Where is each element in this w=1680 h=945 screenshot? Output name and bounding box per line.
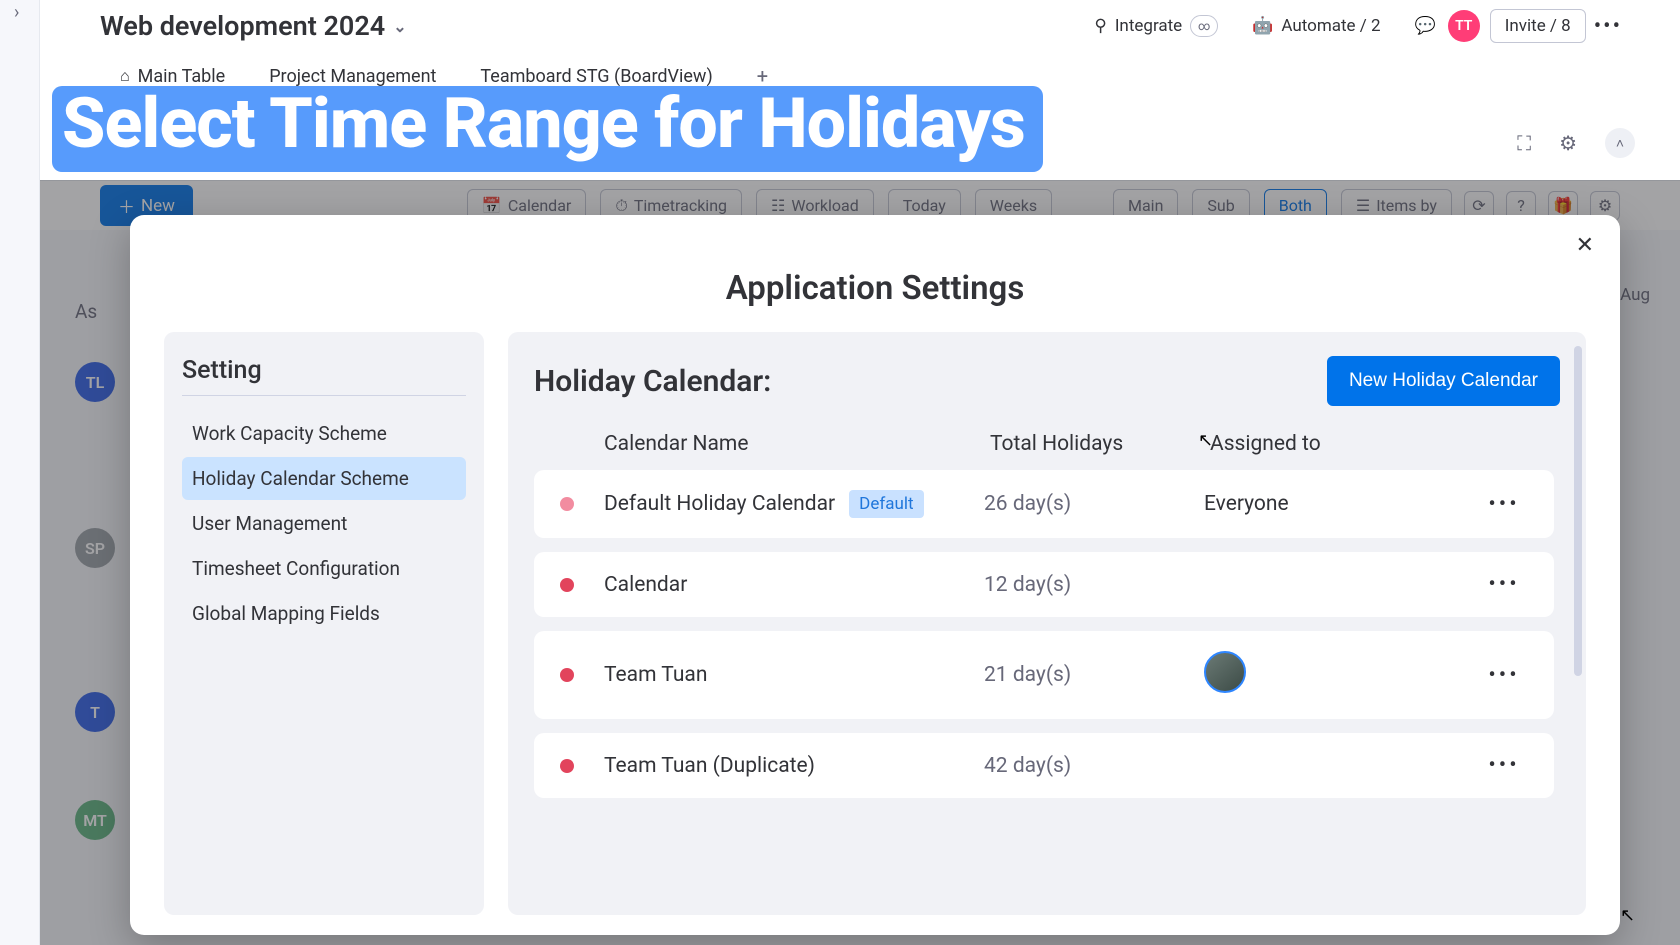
integrate-label: Integrate: [1115, 16, 1182, 36]
application-settings-modal: ✕ Application Settings Setting Work Capa…: [130, 215, 1620, 935]
fullscreen-icon[interactable]: ⛶: [1517, 131, 1531, 155]
col-assigned-to: Assigned to: [1210, 432, 1470, 456]
robot-icon: 🤖: [1252, 16, 1273, 36]
calendar-row[interactable]: Calendar12 day(s) •••: [534, 552, 1554, 617]
calendar-row[interactable]: Default Holiday CalendarDefault26 day(s)…: [534, 470, 1554, 538]
color-dot: [560, 759, 574, 773]
sidebar-item[interactable]: Holiday Calendar Scheme: [182, 457, 466, 500]
calendar-name: Calendar: [604, 573, 984, 597]
chevron-down-icon[interactable]: ⌄: [393, 17, 406, 36]
row-actions-icon[interactable]: •••: [1464, 492, 1544, 517]
overlay-instruction-banner: Select Time Range for Holidays: [52, 86, 1043, 172]
col-calendar-name: Calendar Name: [604, 432, 990, 456]
row-actions-icon[interactable]: •••: [1464, 663, 1544, 688]
automate-label: Automate / 2: [1281, 16, 1380, 36]
color-dot: [560, 578, 574, 592]
divider: [182, 395, 466, 396]
cursor-icon: ↖: [1620, 905, 1635, 926]
sidebar-heading: Setting: [182, 356, 466, 385]
row-actions-icon[interactable]: •••: [1464, 572, 1544, 597]
plug-icon: ⚲: [1094, 16, 1106, 36]
modal-title: Application Settings: [164, 269, 1586, 308]
col-total-holidays: Total Holidays: [990, 432, 1210, 456]
chat-button[interactable]: 💬: [1403, 10, 1448, 42]
assignee-avatar: [1204, 651, 1246, 693]
chevron-right-icon[interactable]: ›: [14, 2, 19, 23]
user-avatar[interactable]: TT: [1448, 10, 1480, 42]
total-holidays: 21 day(s): [984, 663, 1204, 687]
assigned-to: [1204, 651, 1464, 699]
sidebar-item[interactable]: Work Capacity Scheme: [182, 412, 466, 455]
invite-label: Invite / 8: [1505, 16, 1571, 36]
more-menu-icon[interactable]: •••: [1586, 14, 1630, 39]
sidebar-item[interactable]: Timesheet Configuration: [182, 547, 466, 590]
view-controls: ⛶ ⚙ ˄: [1517, 128, 1635, 158]
table-header-row: Calendar Name Total Holidays Assigned to: [534, 432, 1560, 470]
assigned-to: Everyone: [1204, 492, 1464, 516]
color-dot: [560, 497, 574, 511]
color-dot: [560, 668, 574, 682]
total-holidays: 26 day(s): [984, 492, 1204, 516]
section-heading: Holiday Calendar:: [534, 364, 771, 399]
cursor-icon: ↖: [1198, 430, 1213, 451]
invite-button[interactable]: Invite / 8: [1490, 9, 1586, 43]
integrate-count-icon: ∞: [1190, 15, 1218, 37]
calendar-row[interactable]: Team Tuan (Duplicate)42 day(s) •••: [534, 733, 1554, 798]
total-holidays: 12 day(s): [984, 573, 1204, 597]
gear-icon[interactable]: ⚙: [1559, 131, 1577, 155]
calendar-row[interactable]: Team Tuan21 day(s) •••: [534, 631, 1554, 719]
sidebar-item[interactable]: Global Mapping Fields: [182, 592, 466, 635]
calendar-name: Team Tuan (Duplicate): [604, 754, 984, 778]
collapse-icon[interactable]: ˄: [1605, 128, 1635, 158]
calendar-name: Team Tuan: [604, 663, 984, 687]
settings-main: Holiday Calendar: New Holiday Calendar C…: [508, 332, 1586, 915]
settings-sidebar: Setting Work Capacity SchemeHoliday Cale…: [164, 332, 484, 915]
row-actions-icon[interactable]: •••: [1464, 753, 1544, 778]
integrate-button[interactable]: ⚲ Integrate ∞: [1082, 9, 1230, 43]
close-icon[interactable]: ✕: [1576, 233, 1594, 258]
scrollbar[interactable]: [1574, 346, 1582, 676]
total-holidays: 42 day(s): [984, 754, 1204, 778]
default-badge: Default: [849, 490, 923, 518]
sidebar-item[interactable]: User Management: [182, 502, 466, 545]
board-title-text: Web development 2024: [100, 10, 385, 42]
new-holiday-calendar-button[interactable]: New Holiday Calendar: [1327, 356, 1560, 406]
calendar-name: Default Holiday CalendarDefault: [604, 490, 984, 518]
board-title[interactable]: Web development 2024 ⌄: [100, 10, 407, 42]
board-header: Web development 2024 ⌄ ⚲ Integrate ∞ 🤖 A…: [40, 0, 1680, 92]
chat-icon: 💬: [1415, 16, 1436, 36]
avatar-initials: TT: [1455, 18, 1472, 34]
left-rail: ›: [0, 0, 40, 945]
automate-button[interactable]: 🤖 Automate / 2: [1240, 10, 1392, 42]
calendar-rows: Default Holiday CalendarDefault26 day(s)…: [534, 470, 1560, 798]
